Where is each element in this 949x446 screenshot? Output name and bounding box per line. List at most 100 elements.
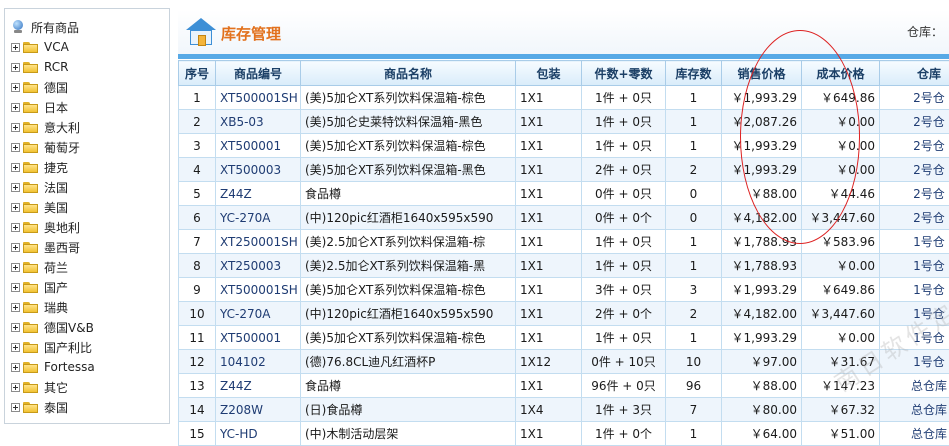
column-header[interactable]: 成本价格 [801,60,880,86]
pieces-plus-units-cell: 1件 + 0个 [581,421,666,446]
table-row[interactable]: 8 XT250003 (美)2.5加仑XT系列饮料保温箱-黑 1X1 1件 + 0只 1 ￥… [178,253,949,278]
tree-item[interactable]: VCA [11,38,69,56]
product-name-cell: (美)5加仑XT系列饮料保温箱-棕色 [300,85,516,110]
row-number-cell: 14 [178,397,216,422]
tree-item[interactable]: 荷兰 [11,258,68,276]
category-tree: 所有商品 VCA RCR 德国日本意大利葡萄牙捷克法国美国奥地利墨西哥荷兰国产瑞典德… [4,8,170,424]
expand-icon[interactable] [11,202,20,212]
panel-header: 库存管理 仓库： [178,10,949,54]
tree-root[interactable]: 所有商品 [11,18,79,36]
table-row[interactable]: 11 XT500001 (美)5加仑XT系列饮料保温箱-棕色 1X1 1件 + 0只 1 ￥… [178,325,949,350]
table-row[interactable]: 14 Z208W (日)食品樽 1X4 1件 + 3只 7 ￥80.00 ￥67.32 总仓库 [178,397,949,422]
expand-icon[interactable] [11,42,20,52]
expand-icon[interactable] [11,222,20,232]
tree-item[interactable]: 泰国 [11,398,68,416]
warehouse-cell: 2号仓 [879,85,949,110]
sale-price-cell: ￥1,788.93 [721,253,802,278]
expand-icon[interactable] [11,322,20,332]
expand-icon[interactable] [11,102,20,112]
folder-icon [23,381,38,393]
warehouse-cell: 总仓库 [879,397,949,422]
pieces-plus-units-cell: 96件 + 0只 [581,373,666,398]
tree-item[interactable]: 法国 [11,178,68,196]
tree-item-label: Fortessa [44,360,95,374]
column-header[interactable]: 商品编号 [215,60,301,86]
stock-count-cell: 0 [665,181,722,206]
table-row[interactable]: 6 YC-270A (中)120pic红酒柜1640x595x590 1X1 0件 + … [178,205,949,230]
expand-icon[interactable] [11,162,20,172]
tree-item[interactable]: 意大利 [11,118,80,136]
product-name-cell: 食品樽 [300,181,516,206]
table-row[interactable]: 9 XT500001SH (美)5加仑XT系列饮料保温箱-棕色 1X1 3件 + 0只 3… [178,277,949,302]
packaging-cell: 1X1 [515,109,582,134]
expand-icon[interactable] [11,142,20,152]
pieces-plus-units-cell: 1件 + 0只 [581,229,666,254]
product-name-cell: (中)120pic红酒柜1640x595x590 [300,205,516,230]
column-header[interactable]: 库存数 [665,60,722,86]
folder-icon [23,161,38,173]
row-number-cell: 8 [178,253,216,278]
product-name-cell: 食品樽 [300,373,516,398]
expand-icon[interactable] [11,62,20,72]
table-row[interactable]: 5 Z44Z 食品樽 1X1 0件 + 0只 0 ￥88.00 ￥44.46 2号仓 [178,181,949,206]
expand-icon[interactable] [11,402,20,412]
pieces-plus-units-cell: 1件 + 0只 [581,85,666,110]
table-row[interactable]: 2 XB5-03 (美)5加仑史莱特饮料保温箱-黑色 1X1 1件 + 0只 1 ￥2,08… [178,109,949,134]
tree-item[interactable]: RCR [11,58,68,76]
expand-icon[interactable] [11,122,20,132]
tree-item[interactable]: 国产 [11,278,68,296]
tree-item[interactable]: 日本 [11,98,68,116]
table-row[interactable]: 12 104102 (德)76.8CL迪凡红酒杯P 1X12 0件 + 10只 10 ￥97… [178,349,949,374]
expand-icon[interactable] [11,282,20,292]
column-header[interactable]: 序号 [178,60,216,86]
column-header[interactable]: 包装 [515,60,582,86]
product-code-cell: Z44Z [215,181,301,206]
tree-item[interactable]: 墨西哥 [11,238,80,256]
tree-item[interactable]: 其它 [11,378,68,396]
tree-item[interactable]: Fortessa [11,358,95,376]
tree-item[interactable]: 葡萄牙 [11,138,80,156]
warehouse-cell: 2号仓 [879,205,949,230]
table-row[interactable]: 7 XT250001SH (美)2.5加仑XT系列饮料保温箱-棕 1X1 1件 + 0只… [178,229,949,254]
table-row[interactable]: 4 XT500003 (美)5加仑XT系列饮料保温箱-黑色 1X1 2件 + 0只 2 ￥1… [178,157,949,182]
tree-item-label: 捷克 [44,160,69,175]
tree-item[interactable]: 奥地利 [11,218,80,236]
table-row[interactable]: 15 YC-HD (中)木制活动层架 1X1 1件 + 0个 1 ￥64.00 ￥51.00 总… [178,421,949,446]
expand-icon[interactable] [11,242,20,252]
tree-item[interactable]: 德国 [11,78,68,96]
stock-count-cell: 1 [665,325,722,350]
expand-icon[interactable] [11,182,20,192]
product-code-cell: XB5-03 [215,109,301,134]
expand-icon[interactable] [11,82,20,92]
column-header[interactable]: 件数+零数 [581,60,666,86]
column-header[interactable]: 商品名称 [300,60,516,86]
expand-icon[interactable] [11,382,20,392]
table-row[interactable]: 10 YC-270A (中)120pic红酒柜1640x595x590 1X1 2件 +… [178,301,949,326]
table-row[interactable]: 13 Z44Z 食品樽 1X1 96件 + 0只 96 ￥88.00 ￥147.23 总仓库 [178,373,949,398]
tree-item[interactable]: 捷克 [11,158,68,176]
product-name-cell: (美)2.5加仑XT系列饮料保温箱-棕 [300,229,516,254]
pieces-plus-units-cell: 1件 + 0只 [581,109,666,134]
expand-icon[interactable] [11,342,20,352]
expand-icon[interactable] [11,362,20,372]
table-row[interactable]: 3 XT500001 (美)5加仑XT系列饮料保温箱-棕色 1X1 1件 + 0只 1 ￥1… [178,133,949,158]
row-number-cell: 2 [178,109,216,134]
expand-icon[interactable] [11,262,20,272]
pieces-plus-units-cell: 0件 + 10只 [581,349,666,374]
cost-price-cell: ￥3,447.60 [801,301,880,326]
product-code-cell: YC-270A [215,205,301,230]
column-header[interactable]: 销售价格 [721,60,802,86]
tree-item[interactable]: 美国 [11,198,68,216]
row-number-cell: 1 [178,85,216,110]
expand-icon[interactable] [11,302,20,312]
tree-item[interactable]: 国产利比 [11,338,92,356]
packaging-cell: 1X1 [515,421,582,446]
folder-icon [23,101,38,113]
folder-icon [23,121,38,133]
tree-item[interactable]: 德国V&B [11,318,94,336]
column-header[interactable]: 仓库 [879,60,949,86]
product-code-cell: XT500001SH [215,277,301,302]
tree-item[interactable]: 瑞典 [11,298,68,316]
table-row[interactable]: 1 XT500001SH (美)5加仑XT系列饮料保温箱-棕色 1X1 1件 + 0只 1… [178,85,949,110]
cost-price-cell: ￥0.00 [801,109,880,134]
